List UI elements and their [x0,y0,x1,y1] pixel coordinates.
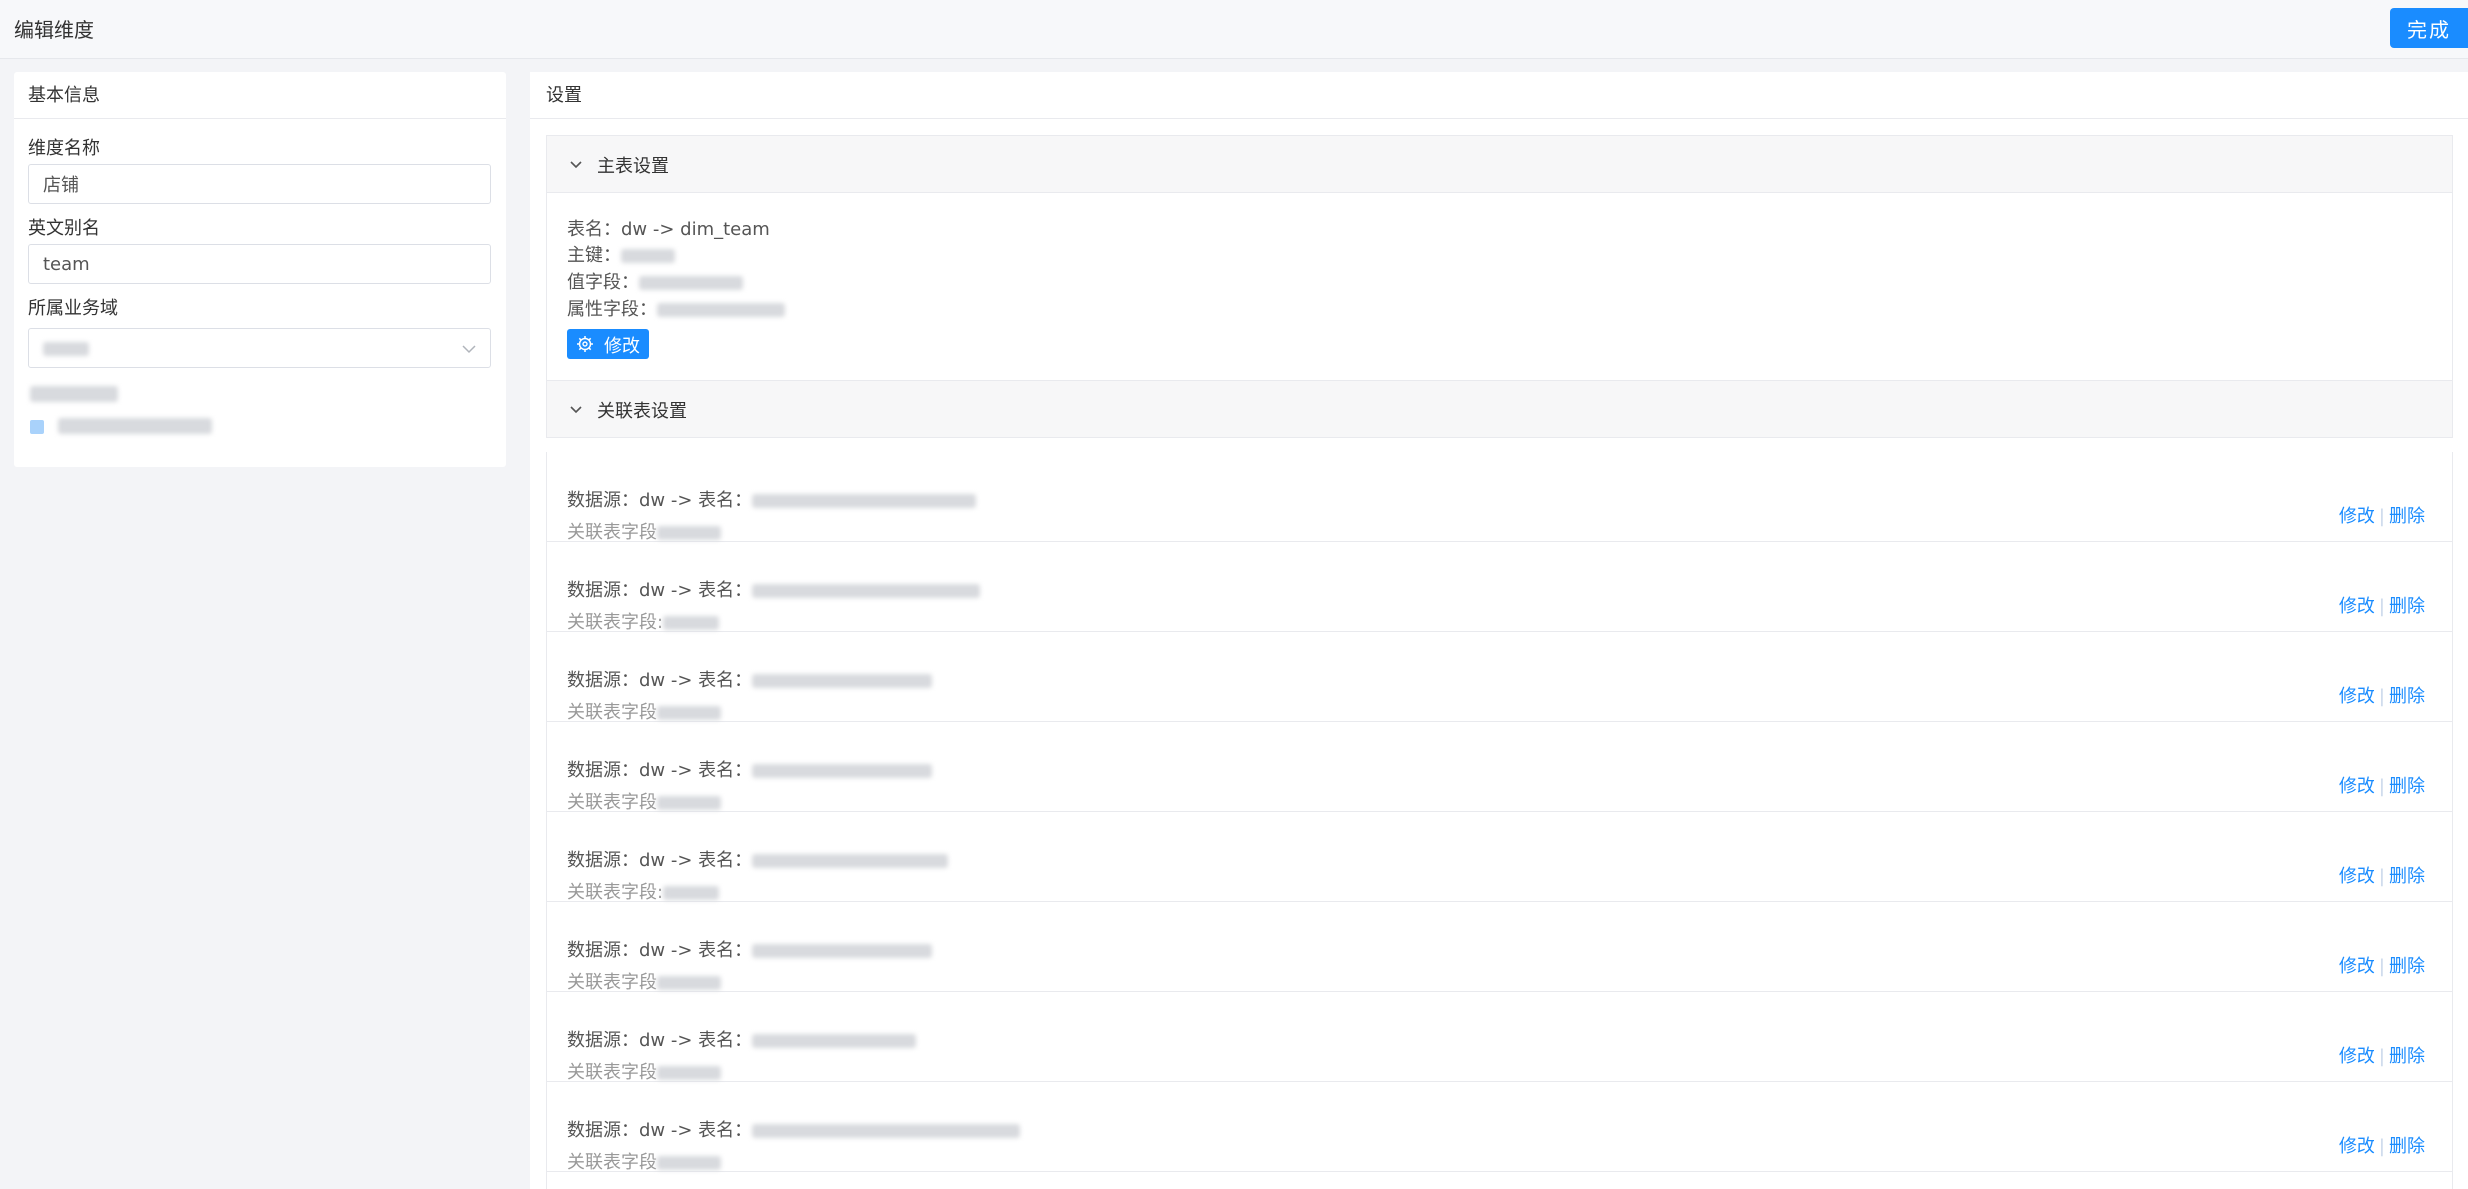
related-table-field: 关联表字段: [567,878,720,904]
related-table-actions: 修改 | 删除 [2338,866,2425,887]
dimension-name-label: 维度名称 [28,138,100,159]
chevron-down-icon [570,406,582,414]
delete-link[interactable]: 删除 [2389,866,2425,887]
primary-key-label: 主键： [567,245,621,266]
alias-input[interactable] [28,244,491,284]
delete-link[interactable]: 删除 [2389,956,2425,977]
related-table-actions: 修改 | 删除 [2338,506,2425,527]
delete-link[interactable]: 删除 [2389,686,2425,707]
value-field-label: 值字段： [567,272,639,293]
attribute-field-value [657,303,785,317]
edit-link[interactable]: 修改 [2339,506,2375,527]
done-button[interactable]: 完成 [2390,8,2468,48]
basic-info-title: 基本信息 [14,72,506,119]
edit-link[interactable]: 修改 [2339,1136,2375,1157]
edit-link[interactable]: 修改 [2339,686,2375,707]
related-table-source: 数据源：dw -> 表名： [567,486,977,512]
delete-link[interactable]: 删除 [2389,1046,2425,1067]
related-table-field: 关联表字段: [567,608,720,634]
main-table-section-header[interactable]: 主表设置 [546,135,2453,193]
edit-link[interactable]: 修改 [2339,596,2375,617]
related-table-source: 数据源：dw -> 表名： [567,666,933,692]
edit-link[interactable]: 修改 [2339,956,2375,977]
domain-label: 所属业务域 [28,298,118,319]
top-bar: 编辑维度 完成 [0,0,2468,59]
redacted-field-label [30,386,118,402]
delete-link[interactable]: 删除 [2389,506,2425,527]
related-table-item: 数据源：dw -> 表名： 关联表字段 修改 | 删除 [547,902,2452,994]
delete-link[interactable]: 删除 [2389,1136,2425,1157]
redacted-checkbox-label [58,418,212,434]
related-table-field: 关联表字段 [567,518,721,544]
value-field-value [639,276,743,290]
attribute-field-line: 属性字段： [567,295,785,321]
related-table-field: 关联表字段 [567,1148,721,1174]
related-table-source: 数据源：dw -> 表名： [567,576,981,602]
page-title: 编辑维度 [14,18,94,42]
related-table-section-title: 关联表设置 [597,401,687,422]
related-table-section-header[interactable]: 关联表设置 [546,380,2453,438]
checkbox[interactable] [30,420,44,434]
main-table-body: 表名：dw -> dim_team 主键： 值字段： 属性字段： 修改 [546,193,2453,380]
settings-title: 设置 [530,72,2468,119]
related-table-source: 数据源：dw -> 表名： [567,756,933,782]
related-table-field: 关联表字段 [567,1058,721,1084]
related-table-actions: 修改 | 删除 [2338,1136,2425,1157]
related-table-source: 数据源：dw -> 表名： [567,1116,1021,1142]
related-table-actions: 修改 | 删除 [2338,956,2425,977]
edit-link[interactable]: 修改 [2339,866,2375,887]
related-table-actions: 修改 | 删除 [2338,686,2425,707]
related-table-actions: 修改 | 删除 [2338,776,2425,797]
related-table-item: 数据源：dw -> 表名： 关联表字段: 修改 | 删除 [547,542,2452,634]
related-table-source: 数据源：dw -> 表名： [567,1026,917,1052]
primary-key-line: 主键： [567,241,675,267]
related-table-source: 数据源：dw -> 表名： [567,846,949,872]
related-table-item: 数据源：dw -> 表名： 关联表字段 修改 | 删除 [547,632,2452,724]
related-table-source: 数据源：dw -> 表名： [567,936,933,962]
related-table-field: 关联表字段 [567,698,721,724]
related-table-item: 数据源：dw -> 表名： 关联表字段: 修改 | 删除 [547,812,2452,904]
related-table-field: 关联表字段 [567,788,721,814]
related-table-list: 数据源：dw -> 表名： 关联表字段 修改 | 删除 数据源：dw -> 表名： … [546,452,2453,1189]
basic-info-panel: 基本信息 维度名称 英文别名 所属业务域 [14,72,506,467]
settings-panel: 设置 主表设置 表名：dw -> dim_team 主键： 值字段： 属性字段：… [530,72,2468,1189]
related-table-field: 关联表字段 [567,968,721,994]
alias-label: 英文别名 [28,218,100,239]
edit-link[interactable]: 修改 [2339,776,2375,797]
delete-link[interactable]: 删除 [2389,776,2425,797]
edit-link[interactable]: 修改 [2339,1046,2375,1067]
related-table-item: 数据源：dw -> 表名： 关联表字段 修改 | 删除 [547,1082,2452,1174]
value-field-line: 值字段： [567,268,743,294]
related-table-item: 数据源：dw -> 表名： 关联表字段 修改 | 删除 [547,452,2452,544]
table-name-value: dw -> dim_team [621,219,770,240]
related-table-actions: 修改 | 删除 [2338,596,2425,617]
related-table-actions: 修改 | 删除 [2338,1046,2425,1067]
related-table-item: 数据源：dw -> 表名： 关联表字段 修改 | 删除 [547,992,2452,1084]
chevron-down-icon [570,161,582,169]
edit-main-table-button[interactable]: 修改 [567,329,649,359]
main-table-section-title: 主表设置 [597,156,669,177]
domain-select-value [43,342,89,356]
dimension-name-input[interactable] [28,164,491,204]
related-table-item: 数据源：dw -> 表名： 关联表字段 修改 | 删除 [547,722,2452,814]
table-name-label: 表名： [567,219,621,240]
gear-icon [577,336,593,352]
attribute-field-label: 属性字段： [567,299,657,320]
domain-select[interactable] [28,328,491,368]
primary-key-value [621,249,675,263]
chevron-down-icon [462,345,476,354]
delete-link[interactable]: 删除 [2389,596,2425,617]
table-name-line: 表名：dw -> dim_team [567,215,770,241]
edit-main-table-label: 修改 [604,336,640,357]
